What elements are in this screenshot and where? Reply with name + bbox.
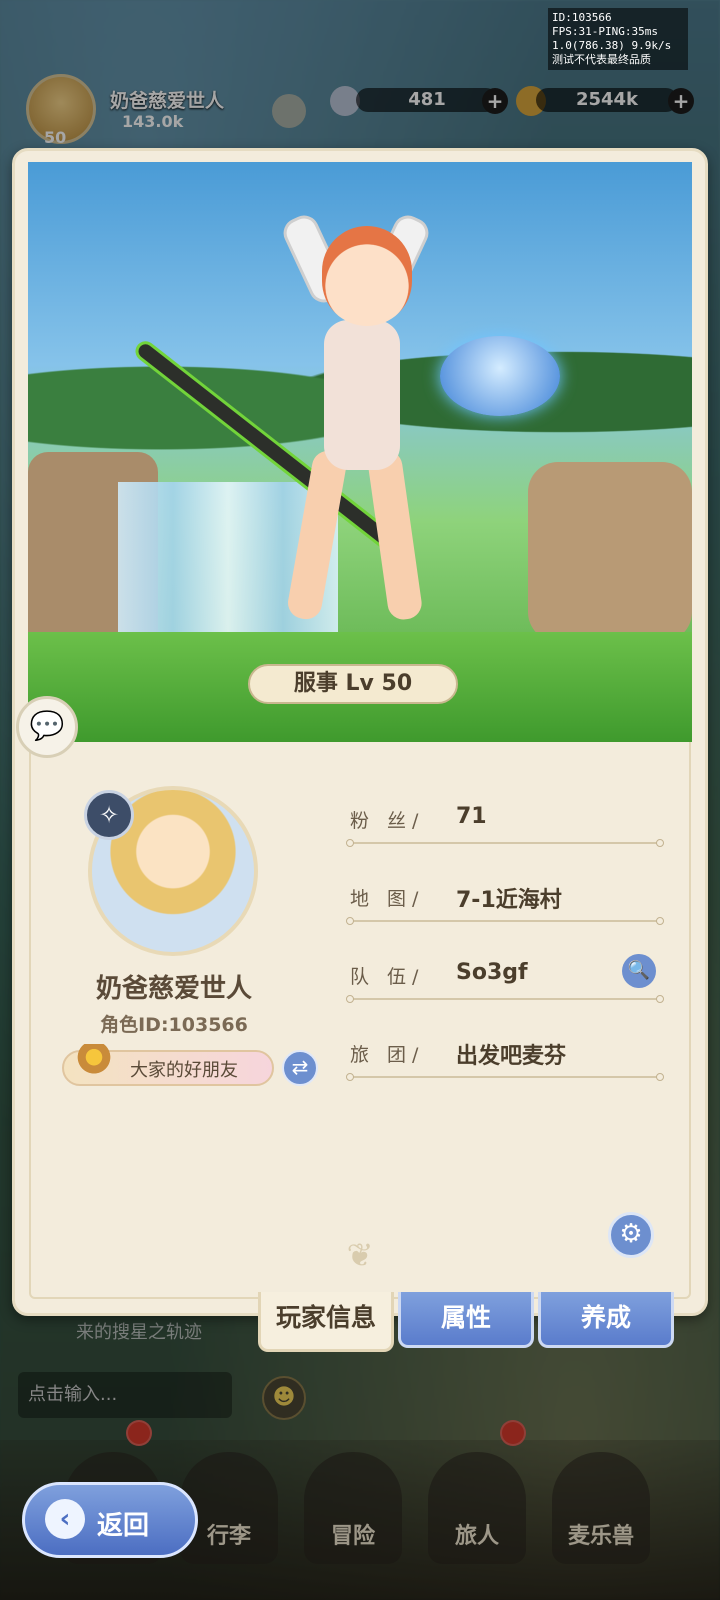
search-team-button[interactable]: 🔍 [622,954,656,988]
back-button[interactable]: ‹ 返回 [22,1482,198,1558]
divider [346,1073,664,1081]
map-label: 地 图/ [350,888,425,910]
team-label: 队 伍/ [350,966,425,988]
divider [346,995,664,1003]
pet-fish [440,336,560,416]
debug-line: ID:103566 [552,11,612,24]
divider [346,917,664,925]
ornament-icon: ❦ [346,1236,374,1274]
emblem-icon: ✧ [84,790,134,840]
swap-title-button[interactable]: ⇄ [282,1050,318,1086]
team-value: So3gf [456,960,528,985]
character-body [324,320,400,470]
player-name: 奶爸慈爱世人 [95,974,252,1004]
role-id: 角色ID:103566 [100,1014,248,1036]
map-value: 7-1近海村 [456,888,562,913]
tab-attributes[interactable]: 属性 [398,1292,534,1348]
chat-bubble-icon[interactable]: 💬 [16,696,78,758]
rock [528,462,692,642]
tab-develop[interactable]: 养成 [538,1292,674,1348]
debug-line: 1.0(786.38) 9.9k/s [552,39,672,52]
title-badge[interactable]: 大家的好朋友 [62,1044,274,1088]
fans-label: 粉 丝/ [350,810,425,832]
info-row-fans: 粉 丝/ 71 [346,796,664,847]
info-row-map: 地 图/ 7-1近海村 [346,874,664,925]
info-row-guild: 旅 团/ 出发吧麦芬 [346,1030,664,1081]
settings-gear-icon[interactable]: ⚙ [608,1212,654,1258]
debug-info: ID:103566 FPS:31-PING:35ms 1.0(786.38) 9… [548,8,688,70]
tab-player-info[interactable]: 玩家信息 [258,1292,394,1352]
character-head [322,226,412,326]
class-level-badge: 服事 Lv 50 [248,664,458,704]
title-label: 大家的好朋友 [130,1060,238,1081]
info-row-team: 队 伍/ So3gf [346,952,664,1003]
title-icon [68,1044,120,1088]
guild-label: 旅 团/ [350,1044,425,1066]
fans-value: 71 [456,804,487,829]
debug-line: FPS:31-PING:35ms [552,25,658,38]
debug-line: 测试不代表最终品质 [552,53,651,66]
divider [346,839,664,847]
guild-value: 出发吧麦芬 [456,1044,567,1069]
back-label: 返回 [97,1511,150,1541]
back-arrow-icon: ‹ [45,1499,85,1539]
